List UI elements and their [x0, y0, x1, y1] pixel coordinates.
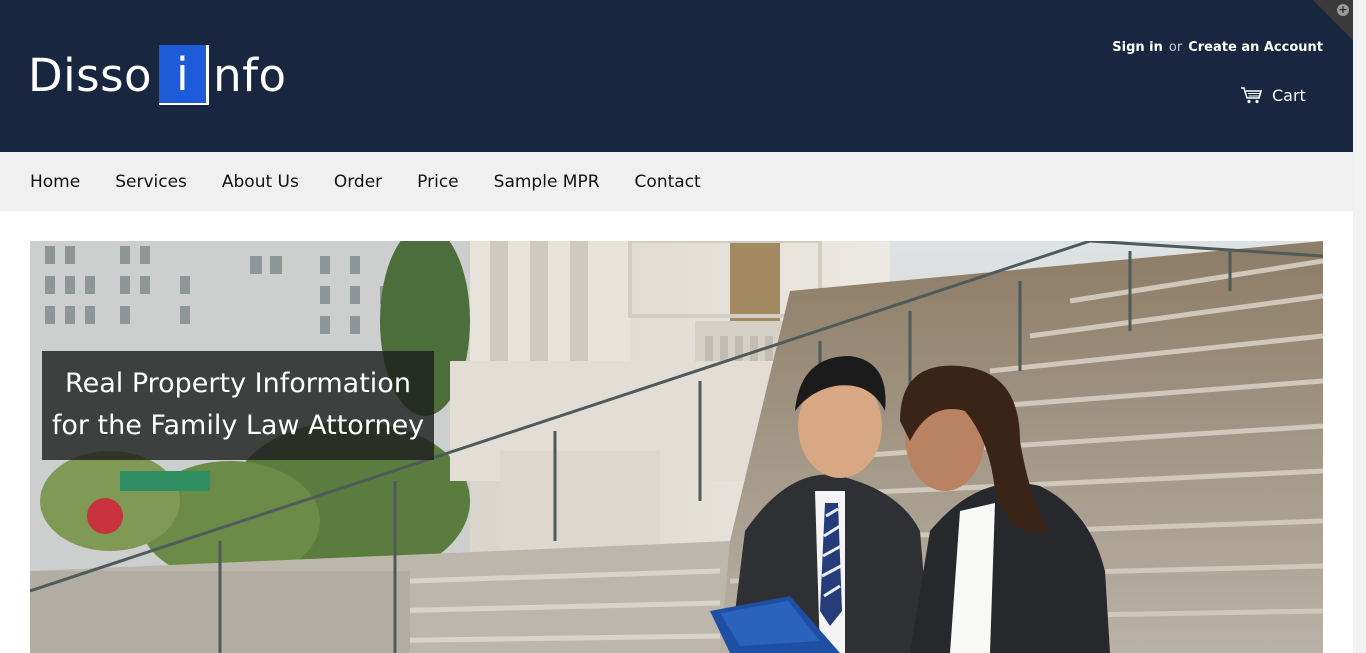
main-navigation: Home Services About Us Order Price Sampl…: [0, 152, 1353, 211]
nav-item-order[interactable]: Order: [334, 172, 382, 192]
hero-caption-line1: Real Property Information: [65, 368, 411, 399]
hero-banner: Real Property Information for the Family…: [30, 241, 1323, 653]
hero-caption: Real Property Information for the Family…: [42, 351, 434, 460]
create-account-link[interactable]: Create an Account: [1188, 40, 1323, 55]
nav-item-home[interactable]: Home: [30, 172, 80, 192]
site-header: Disso i nfo Sign in or Create an Account C…: [0, 0, 1353, 152]
logo-text-part2: i: [159, 45, 210, 105]
site-logo[interactable]: Disso i nfo: [28, 45, 286, 107]
account-links: Sign in or Create an Account: [1112, 40, 1323, 55]
logo-text-part3: nfo: [213, 49, 287, 102]
nav-item-services[interactable]: Services: [115, 172, 187, 192]
page-scrollbar[interactable]: [1353, 0, 1366, 653]
logo-text-part1: Disso: [28, 49, 153, 102]
sign-in-link[interactable]: Sign in: [1112, 40, 1163, 55]
nav-item-about-us[interactable]: About Us: [222, 172, 299, 192]
cart-link[interactable]: Cart: [1240, 84, 1306, 106]
nav-item-contact[interactable]: Contact: [635, 172, 701, 192]
hero-caption-line2: for the Family Law Attorney: [51, 410, 425, 441]
corner-ribbon[interactable]: +: [1313, 0, 1353, 40]
nav-item-sample-mpr[interactable]: Sample MPR: [494, 172, 600, 192]
plus-icon: +: [1337, 3, 1349, 16]
or-separator: or: [1168, 40, 1183, 55]
cart-label: Cart: [1272, 85, 1306, 105]
nav-item-price[interactable]: Price: [417, 172, 458, 192]
cart-icon: [1241, 87, 1263, 104]
